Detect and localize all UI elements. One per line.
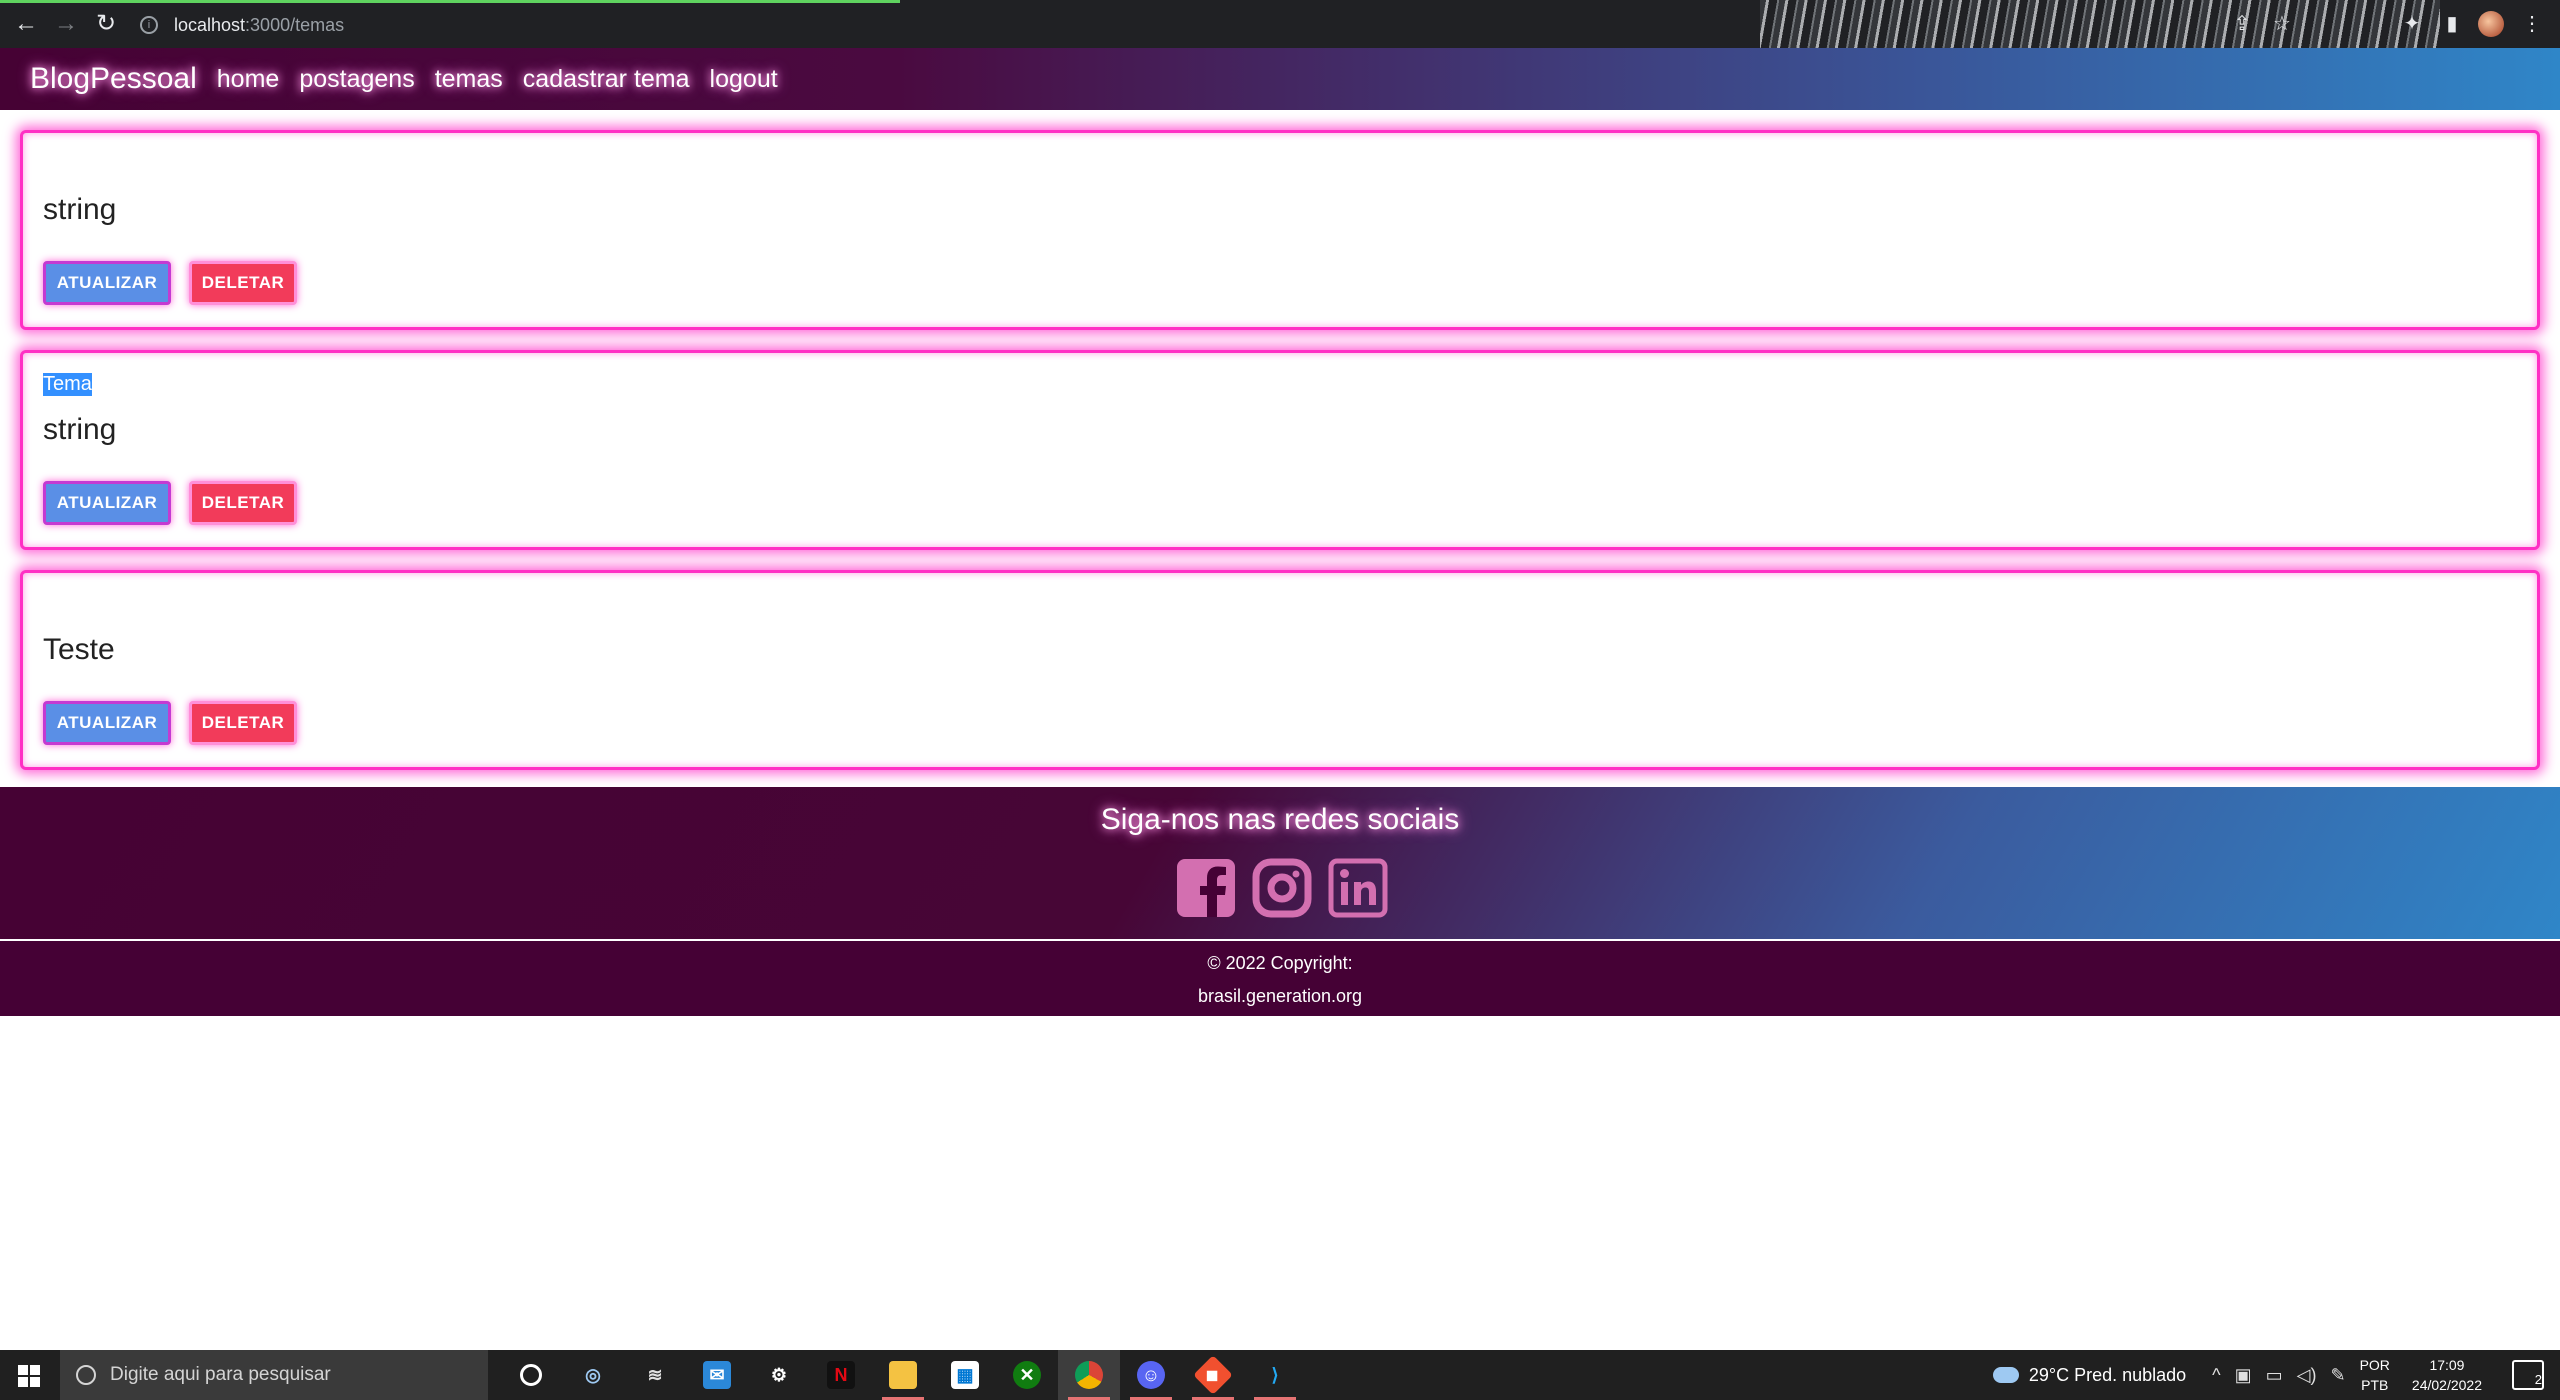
network-icon[interactable]: ▭ xyxy=(2266,1365,2283,1386)
git-icon[interactable]: ◆ xyxy=(1182,1350,1244,1400)
microsoft-store-icon[interactable]: ▦ xyxy=(934,1350,996,1400)
page-load-progress xyxy=(0,0,900,3)
nav-link-home[interactable]: home xyxy=(217,65,280,94)
clock-time: 17:09 xyxy=(2429,1357,2465,1373)
volume-icon[interactable]: ◁) xyxy=(2297,1365,2317,1386)
taskbar-search-placeholder: Digite aqui para pesquisar xyxy=(110,1364,331,1385)
social-links xyxy=(1175,857,1389,919)
url-host: localhost xyxy=(174,14,246,35)
nav-link-cadastrar-tema[interactable]: cadastrar tema xyxy=(523,65,690,94)
facebook-icon[interactable] xyxy=(1175,857,1237,919)
theme-card: string ATUALIZAR DELETAR xyxy=(20,130,2540,330)
footer-heading: Siga-nos nas redes sociais xyxy=(1100,803,1460,836)
notification-count: 2 xyxy=(2534,1372,2542,1387)
linkedin-icon[interactable] xyxy=(1327,857,1389,919)
xbox-icon[interactable]: ✕ xyxy=(996,1350,1058,1400)
input-language[interactable]: POR PTB xyxy=(2360,1355,2390,1395)
taskbar-apps: ◎ ≋ ✉ ⚙ N ▦ ✕ ☺ ◆ ⟩ xyxy=(500,1350,1306,1400)
browser-menu-icon[interactable]: ⋮ xyxy=(2520,12,2544,36)
url-path: :3000/temas xyxy=(245,14,345,35)
browser-theme-art xyxy=(1760,0,2440,48)
brand-logo[interactable]: BlogPessoal xyxy=(30,62,197,96)
update-button[interactable]: ATUALIZAR xyxy=(43,701,171,745)
clock-date: 24/02/2022 xyxy=(2411,1377,2482,1393)
windows-start-icon[interactable] xyxy=(18,1365,40,1387)
address-bar[interactable]: i localhost:3000/temas xyxy=(140,10,344,40)
pen-icon[interactable]: ✎ xyxy=(2330,1365,2345,1386)
lang-top: POR xyxy=(2359,1357,2390,1373)
nav-link-logout[interactable]: logout xyxy=(710,65,778,94)
system-tray: 29°C Pred. nublado ^ ▣ ▭ ◁) ✎ POR PTB 17… xyxy=(1992,1350,2560,1400)
notification-center-icon[interactable]: 2 xyxy=(2512,1360,2544,1390)
footer-copyright: © 2022 Copyright: brasil.generation.org xyxy=(0,941,2560,1016)
taskbar-search[interactable]: Digite aqui para pesquisar xyxy=(60,1350,488,1400)
delete-button[interactable]: DELETAR xyxy=(189,481,297,525)
site-link[interactable]: brasil.generation.org xyxy=(0,986,2560,1007)
settings-gear-icon[interactable]: ⚙ xyxy=(748,1350,810,1400)
card-label: Tema xyxy=(43,373,92,396)
search-icon xyxy=(76,1365,96,1385)
nav-link-temas[interactable]: temas xyxy=(435,65,503,94)
update-button[interactable]: ATUALIZAR xyxy=(43,481,171,525)
vscode-icon[interactable]: ⟩ xyxy=(1244,1350,1306,1400)
chevron-up-icon[interactable]: ^ xyxy=(2212,1365,2220,1386)
instagram-icon[interactable] xyxy=(1251,857,1313,919)
forward-icon[interactable]: → xyxy=(54,12,78,36)
layers-app-icon[interactable]: ≋ xyxy=(624,1350,686,1400)
weather-text: 29°C Pred. nublado xyxy=(2028,1364,2187,1385)
mail-icon[interactable]: ✉ xyxy=(686,1350,748,1400)
lang-bottom: PTB xyxy=(2361,1377,2389,1393)
cortana-icon[interactable] xyxy=(500,1350,562,1400)
weather-widget[interactable]: 29°C Pred. nublado xyxy=(1992,1364,2187,1386)
file-explorer-icon[interactable] xyxy=(872,1350,934,1400)
card-title: string xyxy=(43,413,117,446)
update-button[interactable]: ATUALIZAR xyxy=(43,261,171,305)
delete-button[interactable]: DELETAR xyxy=(189,701,297,745)
theme-card: Tema string ATUALIZAR DELETAR xyxy=(20,350,2540,550)
netflix-icon[interactable]: N xyxy=(810,1350,872,1400)
card-title: Teste xyxy=(43,633,115,666)
share-icon[interactable]: ⇪ xyxy=(2230,12,2254,36)
bookmark-star-icon[interactable]: ☆ xyxy=(2270,12,2294,36)
discord-icon[interactable]: ☺ xyxy=(1120,1350,1182,1400)
os-taskbar: Digite aqui para pesquisar ◎ ≋ ✉ ⚙ N ▦ ✕… xyxy=(0,1350,2560,1400)
extensions-puzzle-icon[interactable]: ✦ xyxy=(2400,12,2424,36)
footer-social: Siga-nos nas redes sociais xyxy=(0,787,2560,939)
meet-now-icon[interactable]: ▣ xyxy=(2235,1365,2252,1386)
delete-button[interactable]: DELETAR xyxy=(189,261,297,305)
back-icon[interactable]: ← xyxy=(14,12,38,36)
theme-card: Teste ATUALIZAR DELETAR xyxy=(20,570,2540,770)
task-view-icon[interactable]: ◎ xyxy=(562,1350,624,1400)
nav-link-postagens[interactable]: postagens xyxy=(299,65,414,94)
side-panel-icon[interactable]: ▮ xyxy=(2440,12,2464,36)
site-info-icon[interactable]: i xyxy=(140,16,158,34)
clock[interactable]: 17:09 24/02/2022 xyxy=(2412,1355,2482,1395)
chrome-icon[interactable] xyxy=(1058,1350,1120,1400)
card-title: string xyxy=(43,193,117,226)
profile-avatar[interactable] xyxy=(2478,11,2504,37)
cloud-icon xyxy=(1992,1367,2019,1383)
reload-icon[interactable]: ↻ xyxy=(94,12,118,36)
app-navbar: BlogPessoal home postagens temas cadastr… xyxy=(0,48,2560,110)
copyright-text: © 2022 Copyright: xyxy=(1207,953,1353,973)
browser-toolbar: ← → ↻ i localhost:3000/temas ⇪ ☆ ✦ ▮ ⋮ xyxy=(0,0,2560,48)
